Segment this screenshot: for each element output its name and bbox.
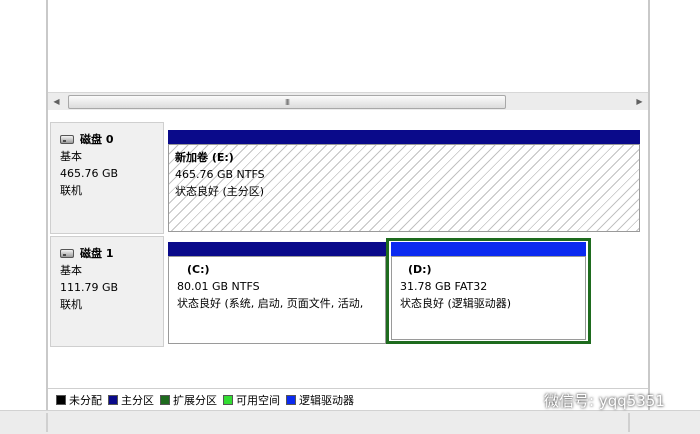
disk-1-name: 磁盘 1 (80, 247, 114, 260)
disk-0-title: 磁盘 0 (60, 131, 163, 148)
partition-d-detail: 31.78 GB FAT32 (400, 280, 488, 293)
scroll-left-arrow-icon[interactable]: ◀ (48, 93, 65, 110)
disk-0-status: 联机 (60, 184, 82, 197)
partition-d-body: (D:) 31.78 GB FAT32 状态良好 (逻辑驱动器) (391, 256, 586, 340)
window-frame-right (648, 0, 650, 410)
legend-free-space: 可用空间 (223, 392, 280, 408)
partition-d-bar (391, 242, 586, 256)
partition-e-status: 状态良好 (主分区) (175, 185, 265, 198)
partition-c-body: (C:) 80.01 GB NTFS 状态良好 (系统, 启动, 页面文件, 活… (168, 256, 386, 344)
partition-d-status: 状态良好 (逻辑驱动器) (400, 297, 512, 310)
partition-c-name: (C:) (187, 263, 210, 276)
partition-e-detail: 465.76 GB NTFS (175, 168, 265, 181)
disk-1-type: 基本 (60, 264, 82, 277)
status-divider (46, 413, 48, 432)
hard-disk-icon (60, 249, 74, 258)
legend-unallocated: 未分配 (56, 392, 102, 408)
status-divider (628, 413, 630, 432)
hard-disk-icon (60, 135, 74, 144)
disk-1-label[interactable]: 磁盘 1 基本 111.79 GB 联机 (50, 236, 164, 347)
scroll-right-arrow-icon[interactable]: ▶ (631, 93, 648, 110)
partition-d[interactable]: (D:) 31.78 GB FAT32 状态良好 (逻辑驱动器) (391, 242, 586, 340)
disk-0-size: 465.76 GB (60, 167, 119, 180)
partition-c-detail: 80.01 GB NTFS (177, 280, 260, 293)
volume-list-pane[interactable] (48, 0, 648, 92)
legend-swatch (160, 394, 170, 405)
partition-c-status: 状态良好 (系统, 启动, 页面文件, 活动, (177, 297, 364, 310)
disk-1-size: 111.79 GB (60, 281, 119, 294)
legend-swatch (223, 394, 233, 405)
legend-label: 逻辑驱动器 (299, 393, 354, 407)
status-bar (0, 410, 700, 434)
scroll-grip: III (284, 97, 290, 107)
legend-swatch (286, 394, 296, 405)
legend-primary: 主分区 (108, 392, 154, 408)
disk-1-status: 联机 (60, 298, 82, 311)
legend-extended: 扩展分区 (160, 392, 217, 408)
disk-0-type: 基本 (60, 150, 82, 163)
legend-logical: 逻辑驱动器 (286, 392, 354, 408)
scroll-thumb[interactable]: III (68, 95, 506, 109)
disk-layout-pane: 磁盘 0 基本 465.76 GB 联机 新加卷 (E:) 465.76 GB … (48, 110, 648, 388)
legend-swatch (56, 394, 66, 405)
disk-0-label[interactable]: 磁盘 0 基本 465.76 GB 联机 (50, 122, 164, 234)
legend-swatch (108, 394, 118, 405)
horizontal-scrollbar[interactable]: ◀ III ▶ (48, 92, 648, 111)
wechat-icon (516, 391, 538, 409)
partition-e-body: 新加卷 (E:) 465.76 GB NTFS 状态良好 (主分区) (168, 144, 640, 232)
legend-label: 未分配 (69, 393, 102, 407)
legend-label: 可用空间 (236, 393, 280, 407)
partition-d-name: (D:) (408, 263, 432, 276)
legend-label: 扩展分区 (173, 393, 217, 407)
partition-c-bar (168, 242, 386, 256)
legend-label: 主分区 (121, 393, 154, 407)
disk-0-name: 磁盘 0 (80, 133, 114, 146)
partition-c[interactable]: (C:) 80.01 GB NTFS 状态良好 (系统, 启动, 页面文件, 活… (168, 242, 386, 344)
watermark-text: 微信号: yqq5351 (544, 392, 665, 410)
wechat-watermark: 微信号: yqq5351 (516, 390, 665, 411)
partition-e[interactable]: 新加卷 (E:) 465.76 GB NTFS 状态良好 (主分区) (168, 130, 640, 232)
partition-e-bar (168, 130, 640, 144)
partition-e-name: 新加卷 (E:) (175, 151, 234, 164)
disk-1-title: 磁盘 1 (60, 245, 163, 262)
